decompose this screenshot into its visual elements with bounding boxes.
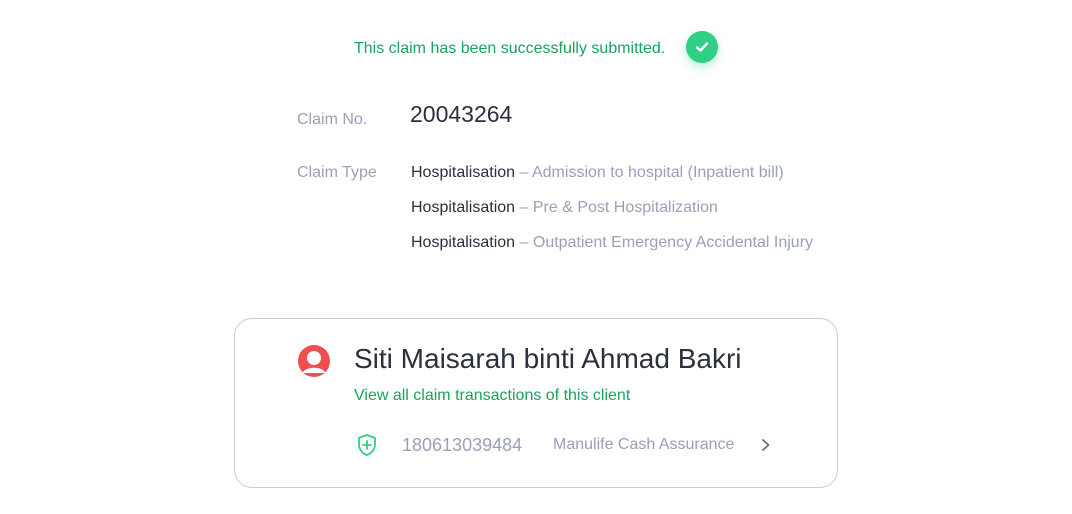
claim-type-label: Claim Type [297,164,377,181]
chevron-right-icon[interactable] [759,437,773,453]
claim-no-label: Claim No. [297,111,368,128]
client-card: Siti Maisarah binti Ahmad Bakri View all… [234,318,838,488]
claim-type-description: Pre & Post Hospitalization [532,199,718,216]
claim-type-category: Hospitalisation [411,234,516,251]
claim-type-separator: – [519,199,529,216]
client-name: Siti Maisarah binti Ahmad Bakri [354,343,742,374]
check-circle-icon [686,31,718,63]
view-claim-transactions-link[interactable]: View all claim transactions of this clie… [354,387,630,405]
policy-row[interactable]: 180613039484 Manulife Cash Assurance [355,431,785,459]
policy-product: Manulife Cash Assurance [553,436,735,453]
claim-type-description: Outpatient Emergency Accidental Injury [532,234,814,251]
success-banner: This claim has been successfully submitt… [0,30,1072,66]
shield-plus-icon [358,434,376,456]
policy-number: 180613039484 [402,435,523,455]
user-avatar-icon [298,345,330,377]
claim-type-item: Hospitalisation – Admission to hospital … [411,164,784,182]
claim-type-item: Hospitalisation – Pre & Post Hospitaliza… [411,199,718,217]
claim-type-item: Hospitalisation – Outpatient Emergency A… [411,234,813,252]
claim-type-separator: – [519,164,529,181]
claim-type-category: Hospitalisation [411,164,516,181]
claim-type-description: Admission to hospital (Inpatient bill) [531,164,784,181]
claim-type-separator: – [519,234,529,251]
success-message: This claim has been successfully submitt… [354,40,666,57]
claim-type-category: Hospitalisation [411,199,516,216]
claim-no-value: 20043264 [410,101,513,127]
